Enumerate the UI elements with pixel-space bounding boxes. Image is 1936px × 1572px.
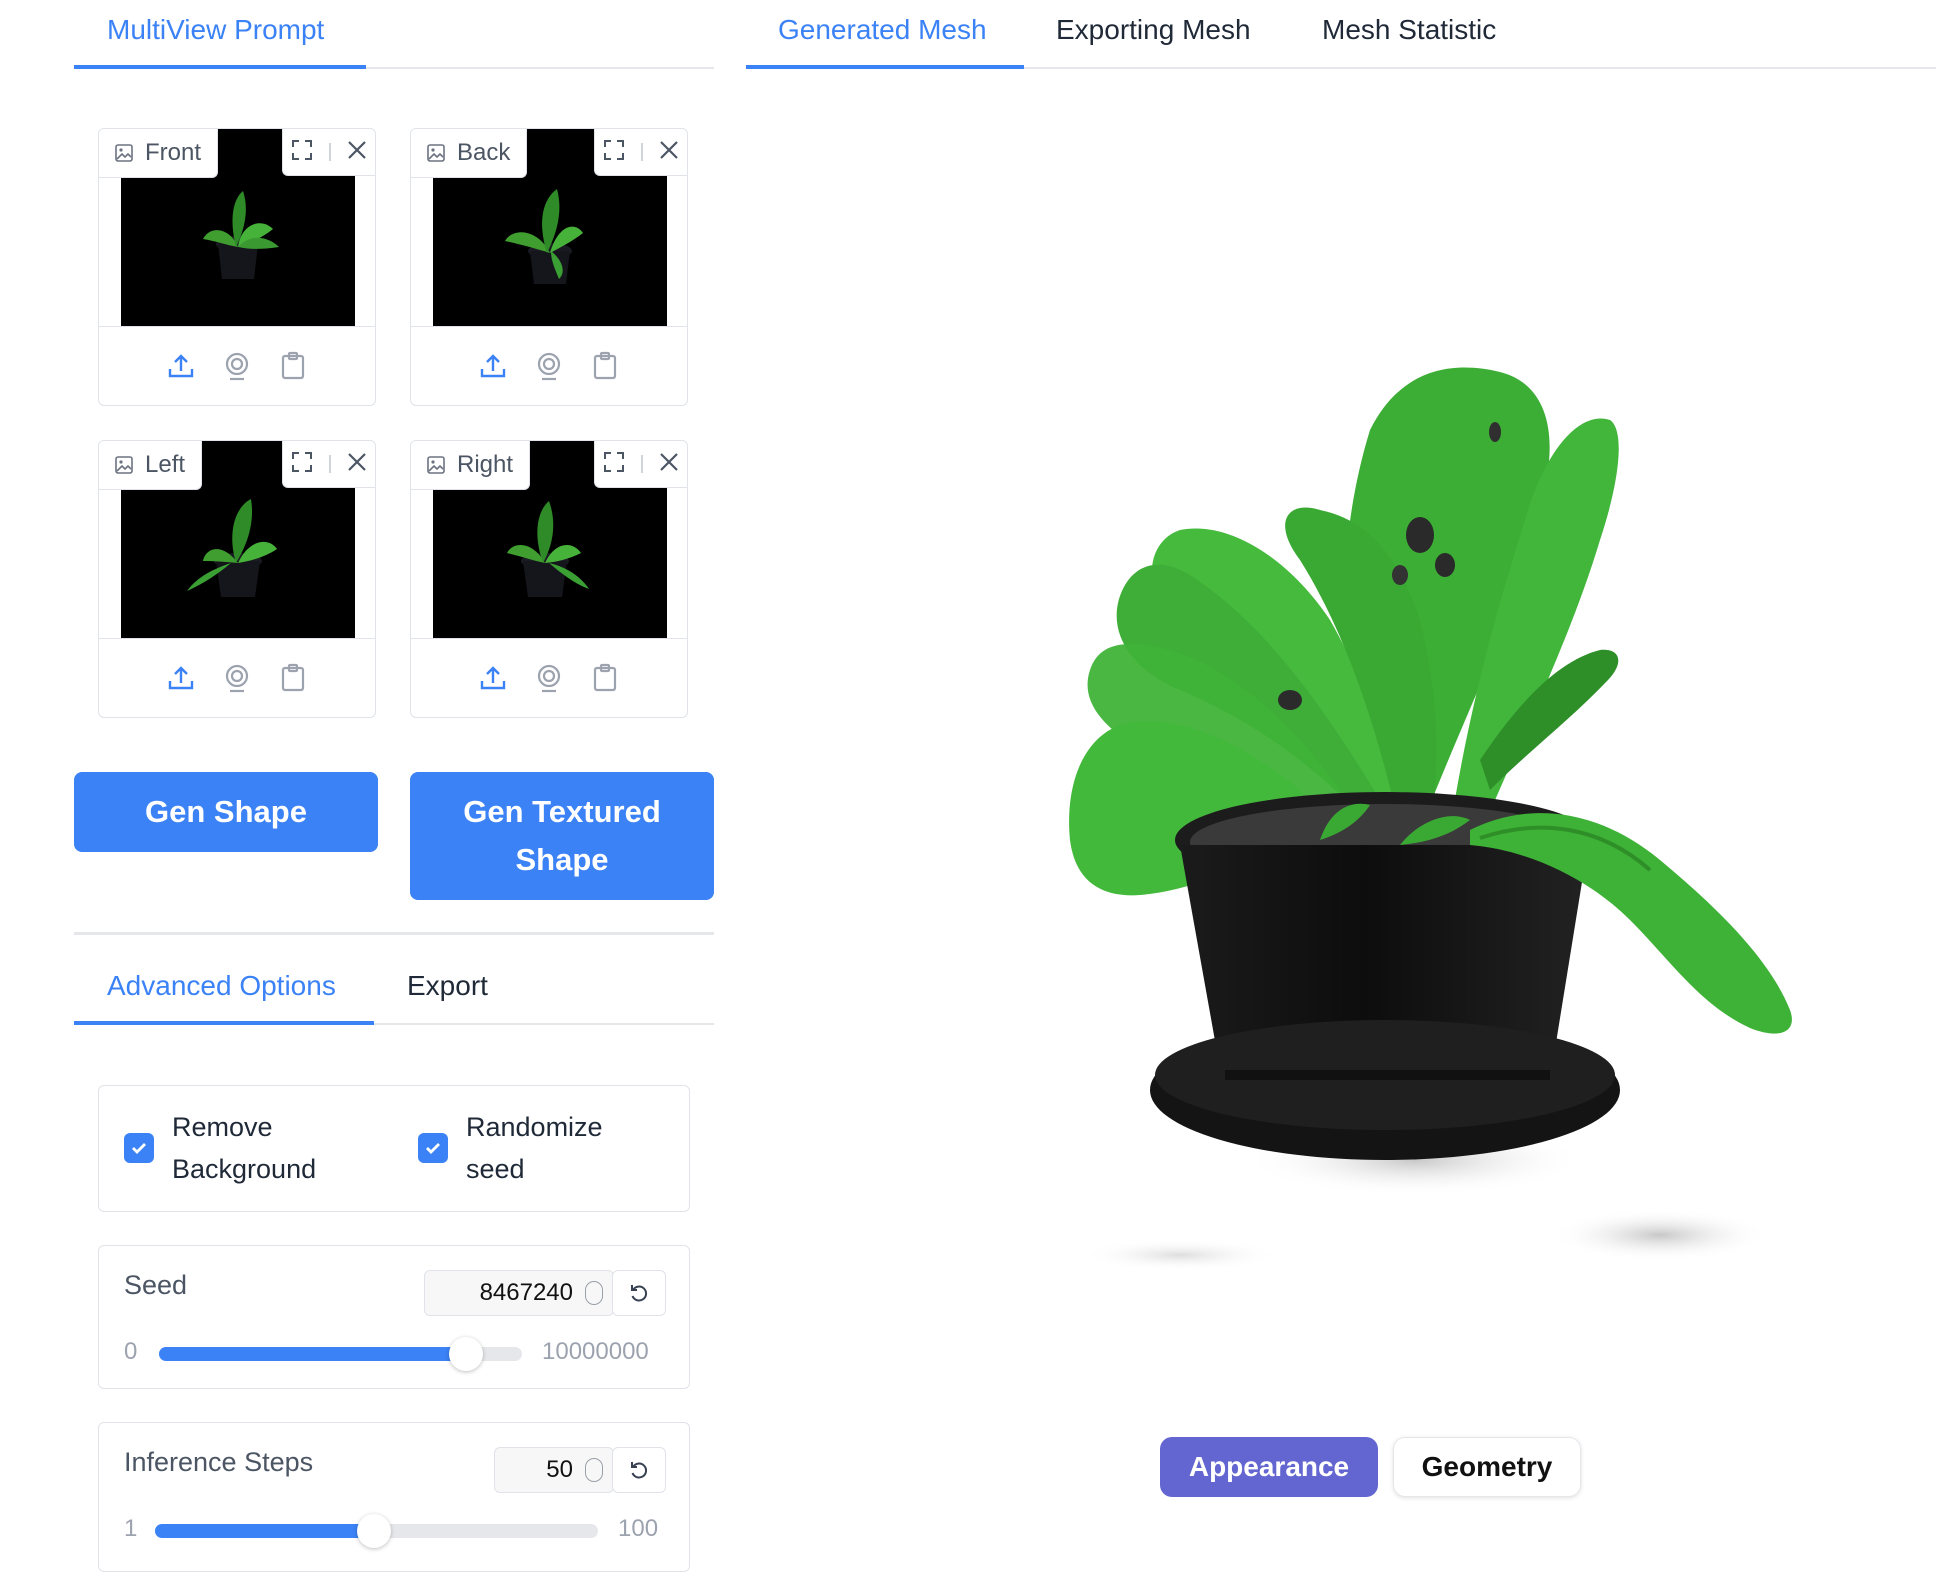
upload-icon[interactable] bbox=[166, 663, 196, 693]
image-source-bar bbox=[411, 326, 687, 405]
image-icon bbox=[427, 144, 445, 162]
reset-icon bbox=[631, 1462, 648, 1479]
image-source-bar bbox=[411, 638, 687, 717]
image-icon bbox=[115, 456, 133, 474]
image-source-bar bbox=[99, 326, 375, 405]
clipboard-icon[interactable] bbox=[590, 663, 620, 693]
image-card-front: Front bbox=[98, 128, 376, 406]
view-label-text: Front bbox=[145, 139, 202, 166]
left-tab-bar: MultiView Prompt bbox=[74, 0, 714, 69]
webcam-icon[interactable] bbox=[534, 351, 564, 381]
image-card-left: Left bbox=[98, 440, 376, 718]
inference-steps-max: 100 bbox=[618, 1515, 659, 1542]
seed-number-input[interactable]: 8467240 bbox=[424, 1270, 614, 1316]
view-label-text: Back bbox=[457, 139, 511, 166]
plant-mesh-render bbox=[1069, 367, 1792, 1271]
gen-textured-label-line1: Gen Textured bbox=[463, 794, 661, 829]
image-icon bbox=[115, 144, 133, 162]
upload-icon[interactable] bbox=[166, 351, 196, 381]
tab-active-indicator bbox=[746, 65, 1024, 69]
view-label: Right bbox=[411, 441, 531, 490]
tab-multiview-prompt[interactable]: MultiView Prompt bbox=[107, 14, 324, 46]
seed-min: 0 bbox=[124, 1338, 138, 1365]
close-icon[interactable] bbox=[346, 451, 368, 478]
fullscreen-icon[interactable] bbox=[290, 138, 314, 167]
inference-steps-slider[interactable] bbox=[155, 1514, 598, 1548]
checkbox-panel: Remove Background Randomize seed bbox=[98, 1085, 690, 1212]
check-icon bbox=[132, 1143, 146, 1154]
seed-reset-button[interactable] bbox=[612, 1270, 666, 1316]
upload-icon[interactable] bbox=[478, 663, 508, 693]
tab-active-indicator bbox=[74, 1021, 374, 1025]
inference-steps-slider-fill bbox=[155, 1524, 374, 1538]
remove-background-label[interactable]: Remove Background bbox=[172, 1106, 316, 1190]
reset-icon bbox=[631, 1285, 648, 1302]
gen-textured-label-line2: Shape bbox=[515, 842, 609, 877]
geometry-mode-button[interactable]: Geometry bbox=[1393, 1437, 1581, 1497]
inference-steps-min: 1 bbox=[124, 1515, 138, 1542]
webcam-icon[interactable] bbox=[222, 351, 252, 381]
check-icon bbox=[426, 1143, 440, 1154]
inference-steps-panel: Inference Steps 50 1 100 bbox=[98, 1422, 690, 1572]
seed-value: 8467240 bbox=[479, 1279, 573, 1306]
fullscreen-icon[interactable] bbox=[602, 138, 626, 167]
seed-max: 10000000 bbox=[542, 1338, 649, 1365]
seed-slider-thumb[interactable] bbox=[449, 1337, 483, 1371]
inference-steps-slider-thumb[interactable] bbox=[357, 1514, 391, 1548]
seed-slider-fill bbox=[159, 1347, 466, 1361]
close-icon[interactable] bbox=[658, 451, 680, 478]
image-card-right: Right bbox=[410, 440, 688, 718]
view-label: Front bbox=[99, 129, 219, 178]
inference-steps-reset-button[interactable] bbox=[612, 1447, 666, 1493]
view-label-text: Left bbox=[145, 451, 186, 478]
webcam-icon[interactable] bbox=[222, 663, 252, 693]
clipboard-icon[interactable] bbox=[590, 351, 620, 381]
image-controls bbox=[594, 441, 687, 488]
remove-background-checkbox[interactable] bbox=[124, 1133, 154, 1163]
inference-steps-value: 50 bbox=[546, 1456, 573, 1483]
seed-panel: Seed 8467240 0 10000000 bbox=[98, 1245, 690, 1389]
tab-export[interactable]: Export bbox=[407, 970, 488, 1002]
tab-exporting-mesh[interactable]: Exporting Mesh bbox=[1056, 14, 1251, 46]
clipboard-icon[interactable] bbox=[278, 663, 308, 693]
mesh-viewer[interactable] bbox=[746, 70, 1936, 1410]
image-controls bbox=[594, 129, 687, 176]
view-label: Left bbox=[99, 441, 203, 490]
image-card-back: Back bbox=[410, 128, 688, 406]
image-controls bbox=[282, 129, 375, 176]
fullscreen-icon[interactable] bbox=[602, 450, 626, 479]
randomize-seed-label[interactable]: Randomize seed bbox=[466, 1106, 603, 1190]
gen-textured-shape-button[interactable]: Gen Textured Shape bbox=[410, 772, 714, 900]
upload-icon[interactable] bbox=[478, 351, 508, 381]
seed-label: Seed bbox=[124, 1270, 188, 1300]
tab-generated-mesh[interactable]: Generated Mesh bbox=[778, 14, 987, 46]
image-icon bbox=[427, 456, 445, 474]
tab-mesh-statistic[interactable]: Mesh Statistic bbox=[1322, 14, 1496, 46]
image-controls bbox=[282, 441, 375, 488]
appearance-mode-button[interactable]: Appearance bbox=[1160, 1437, 1378, 1497]
tab-advanced-options[interactable]: Advanced Options bbox=[107, 970, 336, 1002]
spinner-icon[interactable] bbox=[585, 1281, 603, 1305]
inference-steps-label: Inference Steps bbox=[124, 1447, 314, 1477]
appearance-label: Appearance bbox=[1188, 1451, 1350, 1482]
view-label-text: Right bbox=[457, 451, 514, 478]
seed-slider[interactable] bbox=[159, 1337, 522, 1371]
inference-steps-number-input[interactable]: 50 bbox=[494, 1447, 614, 1493]
randomize-seed-checkbox[interactable] bbox=[418, 1133, 448, 1163]
gen-shape-label: Gen Shape bbox=[145, 794, 307, 829]
fullscreen-icon[interactable] bbox=[290, 450, 314, 479]
right-tab-bar: Generated Mesh Exporting Mesh Mesh Stati… bbox=[746, 0, 1936, 69]
view-label: Back bbox=[411, 129, 528, 178]
section-divider bbox=[74, 932, 714, 935]
gen-shape-button[interactable]: Gen Shape bbox=[74, 772, 378, 852]
webcam-icon[interactable] bbox=[534, 663, 564, 693]
spinner-icon[interactable] bbox=[585, 1458, 603, 1482]
geometry-label: Geometry bbox=[1421, 1451, 1553, 1482]
image-source-bar bbox=[99, 638, 375, 717]
tab-active-indicator bbox=[74, 65, 366, 69]
close-icon[interactable] bbox=[658, 139, 680, 166]
options-tab-bar: Advanced Options Export bbox=[74, 956, 714, 1025]
close-icon[interactable] bbox=[346, 139, 368, 166]
clipboard-icon[interactable] bbox=[278, 351, 308, 381]
